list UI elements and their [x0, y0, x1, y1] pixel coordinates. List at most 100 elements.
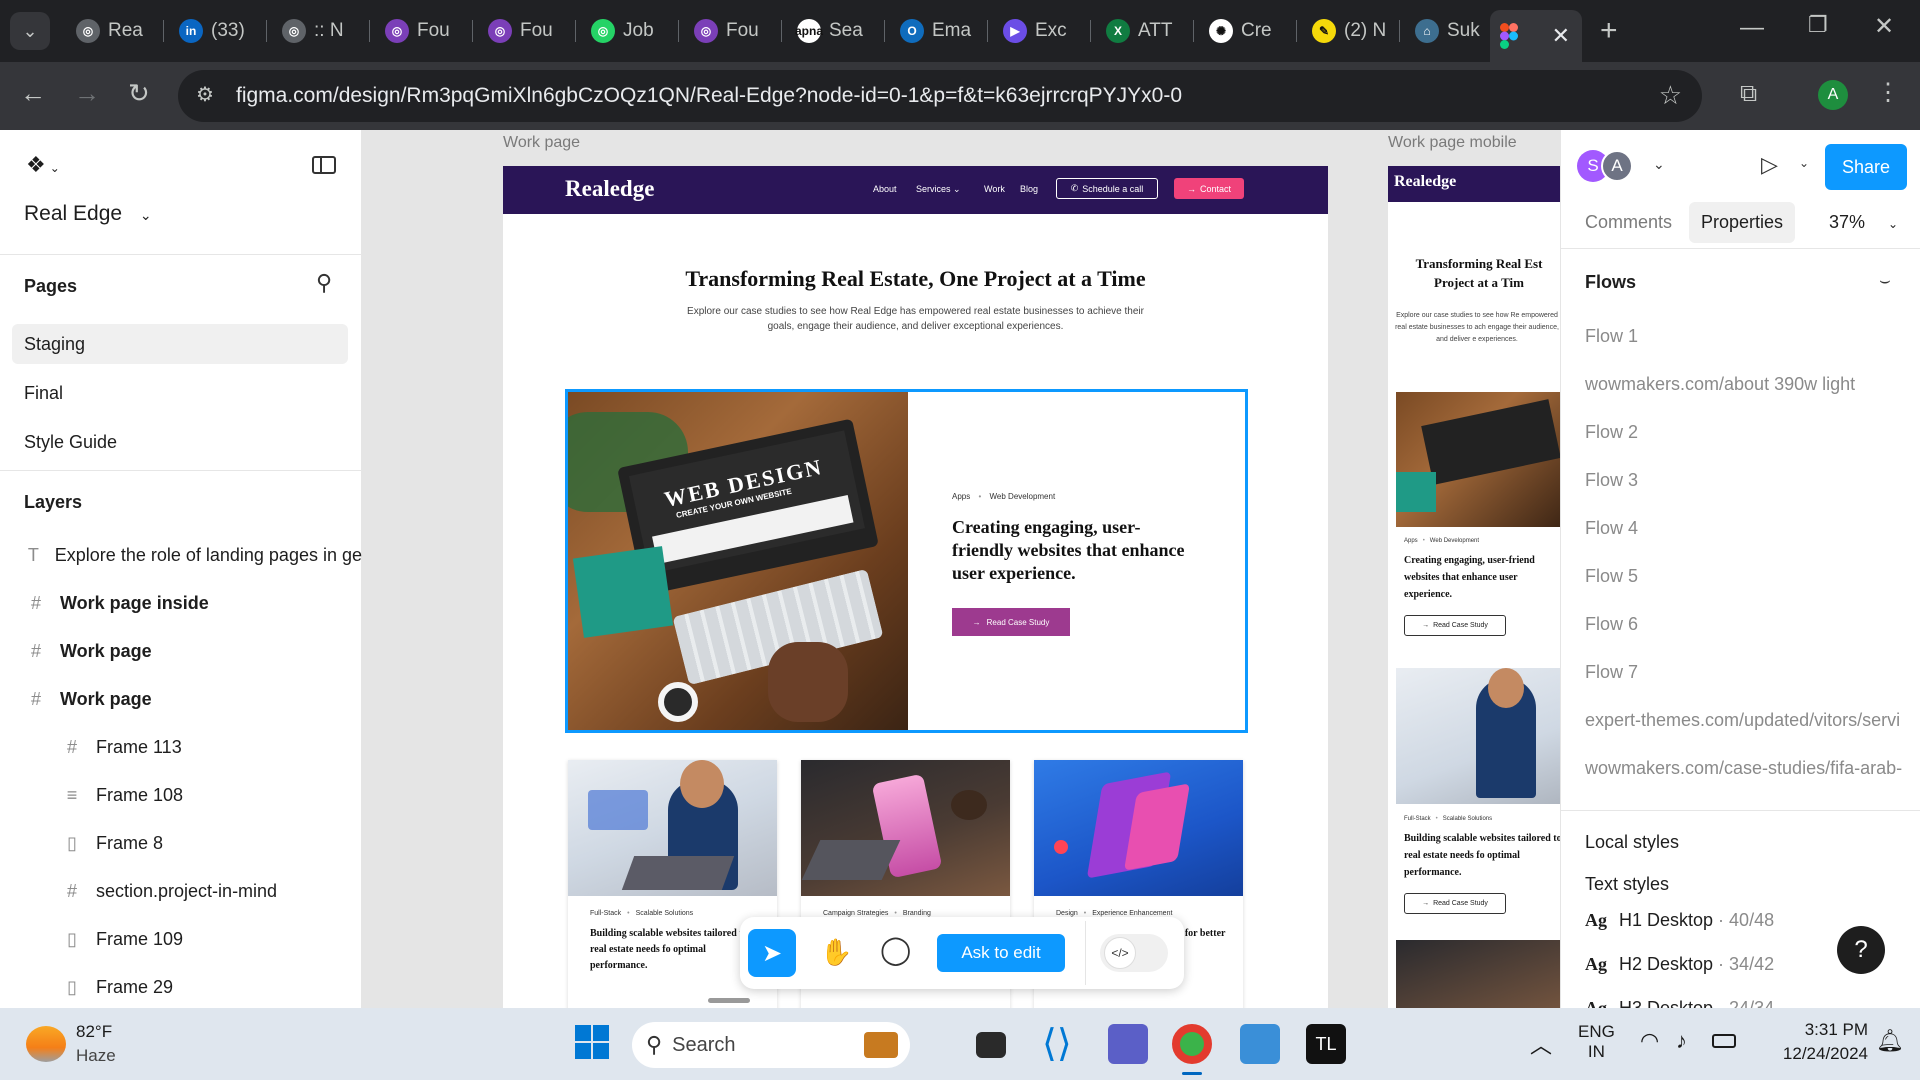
url-text[interactable]: figma.com/design/Rm3pqGmiXln6gbCzOQz1QN/…	[236, 84, 1182, 108]
help-button[interactable]: ?	[1837, 926, 1885, 974]
layer-item-2[interactable]: # Work page	[0, 631, 362, 671]
hand-tool-icon[interactable]: ✋	[820, 937, 852, 968]
work-page-frame[interactable]: Realedge About Services ⌄ Work Blog ✆ Sch…	[503, 166, 1328, 1008]
taskbar-search[interactable]: ⚲ Search	[632, 1022, 910, 1068]
tab-11[interactable]: ✺ Cre	[1199, 12, 1294, 50]
tab-4[interactable]: ◎ Fou	[478, 12, 573, 50]
notepad-icon[interactable]	[1240, 1024, 1280, 1064]
tab-10[interactable]: X ATT	[1096, 12, 1191, 50]
layer-item-0[interactable]: T Explore the role of landing pages in ge	[0, 535, 362, 575]
extensions-icon[interactable]: ⧉	[1740, 80, 1757, 108]
flow-item-9[interactable]: wowmakers.com/case-studies/fifa-arab-	[1585, 758, 1915, 779]
address-bar[interactable]: ⚙ figma.com/design/Rm3pqGmiXln6gbCzOQz1Q…	[178, 70, 1702, 122]
layer-item-8[interactable]: ▯ Frame 109	[0, 919, 362, 959]
tab-8[interactable]: O Ema	[890, 12, 985, 50]
volume-icon[interactable]: ♪	[1676, 1028, 1687, 1054]
sidebar-toggle-icon[interactable]	[312, 156, 336, 174]
avatar-a[interactable]: A	[1601, 150, 1633, 182]
flow-item-5[interactable]: Flow 5	[1585, 566, 1915, 587]
ask-to-edit-button[interactable]: Ask to edit	[937, 934, 1065, 972]
layer-item-3[interactable]: # Work page	[0, 679, 362, 719]
layer-item-7[interactable]: # section.project-in-mind	[0, 871, 362, 911]
wifi-icon[interactable]: ◠	[1640, 1028, 1659, 1054]
new-tab-button[interactable]: +	[1600, 14, 1618, 48]
task-view-icon[interactable]	[976, 1032, 1006, 1058]
windows-start-icon[interactable]	[574, 1024, 614, 1064]
page-item-2[interactable]: Style Guide	[12, 422, 348, 462]
move-tool-button[interactable]: ➤	[748, 929, 796, 977]
text-style-item-1[interactable]: Ag H2 Desktop · 34/42	[1585, 954, 1774, 975]
hide-eye-icon[interactable]: ⌣	[1879, 270, 1891, 291]
page-item-1[interactable]: Final	[12, 373, 348, 413]
layer-item-4[interactable]: # Frame 113	[0, 727, 362, 767]
flow-item-2[interactable]: Flow 2	[1585, 422, 1915, 443]
figma-menu-icon[interactable]: ❖ ⌄	[26, 152, 60, 178]
restore-icon[interactable]: ❐	[1808, 12, 1828, 38]
file-name[interactable]: Real Edge ⌄	[24, 202, 152, 226]
bookmark-star-icon[interactable]: ☆	[1659, 80, 1682, 111]
minimize-icon[interactable]: —	[1740, 14, 1764, 42]
tab-12[interactable]: ✎ (2) N	[1302, 12, 1397, 50]
clock[interactable]: 3:31 PM 12/24/2024	[1760, 1020, 1868, 1064]
weather-desc[interactable]: Haze	[76, 1046, 116, 1066]
terminal-icon[interactable]: TL	[1306, 1024, 1346, 1064]
flow-item-8[interactable]: expert-themes.com/updated/vitors/servi	[1585, 710, 1915, 731]
weather-temp[interactable]: 82°F	[76, 1022, 112, 1042]
flow-item-6[interactable]: Flow 6	[1585, 614, 1915, 635]
chrome-icon[interactable]	[1172, 1024, 1212, 1064]
flow-item-3[interactable]: Flow 3	[1585, 470, 1915, 491]
tab-2[interactable]: ◎:: N	[272, 12, 367, 50]
tab-13[interactable]: ⌂ Suk	[1405, 12, 1500, 50]
tab-figma-active[interactable]: ✕	[1490, 10, 1582, 62]
frame-label-work-page[interactable]: Work page	[503, 134, 580, 152]
weather-icon[interactable]	[26, 1026, 66, 1062]
tab-6[interactable]: ◎ Fou	[684, 12, 779, 50]
flow-item-0[interactable]: Flow 1	[1585, 326, 1915, 347]
notification-bell-icon[interactable]: 🔔︎	[1876, 1028, 1904, 1054]
search-icon[interactable]: ⚲	[316, 270, 332, 296]
dev-mode-toggle[interactable]: </>	[1100, 934, 1168, 972]
frame-label-work-page-mobile[interactable]: Work page mobile	[1388, 134, 1517, 152]
teams-icon[interactable]	[1108, 1024, 1148, 1064]
back-icon[interactable]: ←	[20, 78, 46, 109]
tab-0[interactable]: ◎ Rea	[66, 12, 161, 50]
layer-item-9[interactable]: ▯ Frame 29	[0, 967, 362, 1007]
flow-item-4[interactable]: Flow 4	[1585, 518, 1915, 539]
forward-icon[interactable]: →	[74, 78, 100, 109]
layer-item-1[interactable]: # Work page inside	[0, 583, 362, 623]
layer-item-6[interactable]: ▯ Frame 8	[0, 823, 362, 863]
canvas-scrollbar[interactable]	[708, 998, 750, 1003]
tab-1[interactable]: in (33)	[169, 12, 264, 50]
profile-avatar[interactable]: A	[1818, 80, 1848, 110]
chevron-up-icon[interactable]: ︿	[1530, 1028, 1552, 1060]
flow-item-1[interactable]: wowmakers.com/about 390w light	[1585, 374, 1915, 395]
tab-properties[interactable]: Properties	[1689, 202, 1796, 243]
flow-item-7[interactable]: Flow 7	[1585, 662, 1915, 683]
zoom-dropdown[interactable]: 37% ⌄	[1829, 212, 1898, 233]
tab-comments[interactable]: Comments	[1585, 212, 1672, 233]
battery-icon[interactable]	[1712, 1034, 1736, 1048]
reload-icon[interactable]: ↻	[128, 78, 150, 109]
tab-9[interactable]: ▶ Exc	[993, 12, 1088, 50]
present-play-icon[interactable]: ▷	[1761, 152, 1778, 178]
featured-case-card[interactable]: WEB DESIGN CREATE YOUR OWN WEBSITE Apps …	[565, 389, 1248, 733]
chevron-down-icon[interactable]: ⌄	[1653, 156, 1665, 173]
tab-3[interactable]: ◎ Fou	[375, 12, 470, 50]
layer-item-5[interactable]: ≡ Frame 108	[0, 775, 362, 815]
chevron-down-icon[interactable]: ⌄	[1799, 156, 1809, 170]
tab-search-button[interactable]: ⌄	[10, 12, 50, 50]
tab-5[interactable]: ◎ Job	[581, 12, 676, 50]
work-page-mobile-frame[interactable]: Realedge Transforming Real Est Project a…	[1388, 166, 1560, 1008]
chrome-menu-icon[interactable]: ⋮	[1876, 78, 1900, 107]
page-item-0[interactable]: Staging	[12, 324, 348, 364]
language-indicator[interactable]: ENG IN	[1578, 1022, 1615, 1062]
close-window-icon[interactable]: ✕	[1874, 12, 1894, 41]
site-info-icon[interactable]: ⚙	[196, 82, 214, 107]
comment-tool-icon[interactable]: ◯	[880, 933, 911, 966]
tab-7[interactable]: apna Sea	[787, 12, 882, 50]
share-button[interactable]: Share	[1825, 144, 1907, 190]
text-style-item-0[interactable]: Ag H1 Desktop · 40/48	[1585, 910, 1774, 931]
figma-canvas[interactable]: Work page Work page mobile Realedge Abou…	[362, 130, 1560, 1008]
vscode-icon[interactable]: ⟨⟩	[1042, 1024, 1082, 1064]
close-tab-icon[interactable]: ✕	[1552, 23, 1570, 49]
